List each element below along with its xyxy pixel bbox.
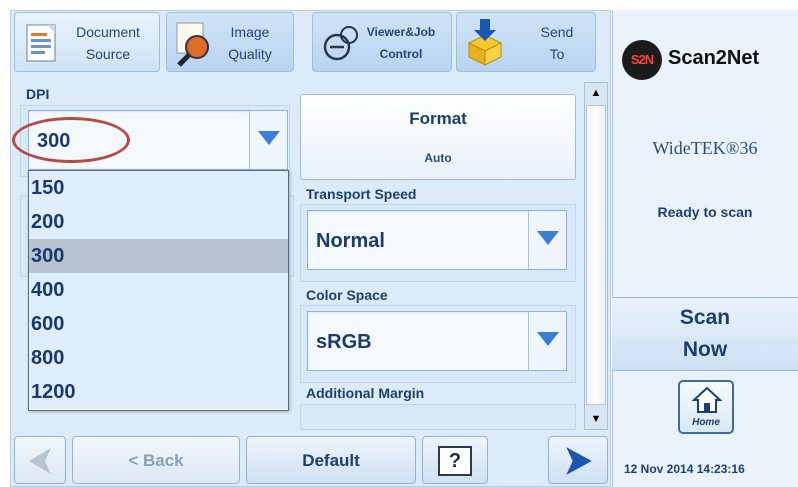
tab-label: Quality bbox=[228, 46, 272, 62]
tab-send-to[interactable]: Send To bbox=[456, 12, 596, 72]
datetime: 12 Nov 2014 14:23:16 bbox=[624, 462, 745, 476]
logo-text: Scan2Net bbox=[668, 47, 760, 69]
help-button[interactable]: ? bbox=[422, 436, 488, 484]
scroll-down-icon[interactable]: ▼ bbox=[585, 409, 607, 429]
dpi-option[interactable]: 600 bbox=[29, 307, 288, 341]
status-text: Ready to scan bbox=[657, 204, 753, 220]
default-label: Default bbox=[302, 451, 360, 470]
dpi-option[interactable]: 400 bbox=[29, 273, 288, 307]
scrollbar[interactable]: ▲ ▼ bbox=[584, 82, 608, 430]
scan-now-button[interactable]: Scan Now bbox=[612, 297, 798, 371]
next-arrow-button[interactable] bbox=[548, 436, 608, 484]
home-button[interactable]: Home bbox=[678, 380, 734, 434]
scan-label: Scan bbox=[679, 306, 731, 329]
scroll-up-icon[interactable]: ▲ bbox=[585, 83, 607, 103]
color-space-dropdown-button[interactable] bbox=[528, 312, 566, 370]
chevron-down-icon bbox=[258, 131, 280, 145]
arrow-right-icon bbox=[566, 447, 592, 475]
scan-label: Now bbox=[682, 338, 728, 361]
scrollbar-thumb[interactable] bbox=[586, 105, 606, 405]
tab-label: Image bbox=[230, 24, 270, 40]
format-button[interactable]: Format Auto bbox=[300, 94, 576, 180]
transport-speed-dropdown-button[interactable] bbox=[528, 211, 566, 269]
transport-speed-label: Transport Speed bbox=[306, 186, 417, 202]
send-box-icon bbox=[467, 19, 503, 66]
dpi-option-selected[interactable]: 300 bbox=[29, 239, 288, 273]
prev-arrow-button[interactable] bbox=[14, 436, 66, 484]
dpi-option[interactable]: 150 bbox=[29, 171, 288, 205]
scan2net-logo: S2N Scan2Net bbox=[622, 38, 792, 82]
tab-label: Source bbox=[85, 46, 131, 62]
help-icon: ? bbox=[438, 446, 472, 476]
tab-image-quality[interactable]: Image Quality bbox=[166, 12, 294, 72]
color-space-label: Color Space bbox=[306, 287, 388, 303]
dpi-option[interactable]: 1200 bbox=[29, 375, 288, 409]
chevron-down-icon bbox=[537, 231, 559, 245]
color-space-value: sRGB bbox=[316, 331, 372, 353]
tab-label: Send bbox=[540, 24, 574, 40]
color-space-select[interactable]: sRGB bbox=[307, 311, 567, 371]
viewer-icon bbox=[323, 26, 358, 61]
additional-margin-group bbox=[300, 404, 576, 430]
highlight-circle bbox=[12, 117, 130, 163]
tab-viewer-job-control[interactable]: Viewer&Job Control bbox=[312, 12, 452, 72]
home-icon bbox=[692, 386, 722, 413]
document-icon bbox=[26, 24, 56, 62]
logo-badge: S2N bbox=[622, 40, 662, 80]
transport-speed-value: Normal bbox=[316, 230, 385, 252]
dpi-dropdown-button[interactable] bbox=[249, 111, 287, 169]
dpi-option[interactable]: 800 bbox=[29, 341, 288, 375]
additional-margin-label: Additional Margin bbox=[306, 385, 425, 401]
format-value: Auto bbox=[424, 151, 452, 165]
dpi-option[interactable]: 200 bbox=[29, 205, 288, 239]
default-button[interactable]: Default bbox=[246, 436, 416, 484]
back-label: < Back bbox=[128, 451, 184, 470]
tab-label: Control bbox=[379, 47, 423, 61]
tab-label: Viewer&Job bbox=[366, 25, 436, 39]
back-button[interactable]: < Back bbox=[72, 436, 240, 484]
transport-speed-select[interactable]: Normal bbox=[307, 210, 567, 270]
arrow-left-icon bbox=[29, 448, 51, 474]
dpi-options-list: 150 200 300 400 600 800 1200 bbox=[28, 170, 289, 411]
dpi-label: DPI bbox=[26, 86, 50, 102]
chevron-down-icon bbox=[537, 332, 559, 346]
tab-document-source[interactable]: Document Source bbox=[14, 12, 160, 72]
home-label: Home bbox=[692, 417, 720, 428]
format-label: Format bbox=[409, 109, 467, 128]
magnifier-icon bbox=[176, 22, 209, 67]
tab-label: To bbox=[549, 46, 565, 62]
device-model: WideTEK®36 bbox=[652, 138, 758, 158]
tab-label: Document bbox=[76, 24, 140, 40]
